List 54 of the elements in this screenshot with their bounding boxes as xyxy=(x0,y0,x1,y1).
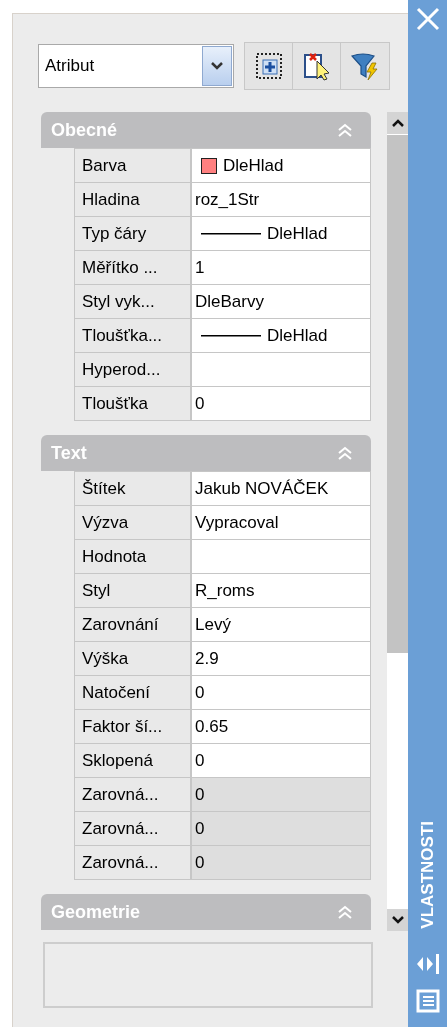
property-value[interactable]: Vypracoval xyxy=(192,506,371,539)
property-value[interactable]: 1 xyxy=(192,251,371,284)
line-sample-icon xyxy=(201,232,261,235)
value-text: DleHlad xyxy=(267,222,328,245)
property-value[interactable]: Jakub NOVÁČEK xyxy=(192,472,371,505)
property-value[interactable]: 0.65 xyxy=(192,710,371,743)
scrollbar[interactable] xyxy=(387,112,408,931)
value-text: 0.65 xyxy=(195,715,229,738)
value-text: Jakub NOVÁČEK xyxy=(195,477,329,500)
scroll-up-icon[interactable] xyxy=(387,112,408,134)
section-title: Geometrie xyxy=(51,900,141,924)
properties-menu-icon[interactable] xyxy=(415,989,440,1013)
section-title: Text xyxy=(51,441,87,465)
funnel-lightning-icon xyxy=(350,51,380,81)
value-text: Vypracoval xyxy=(195,511,279,534)
pick-objects-icon xyxy=(301,51,332,81)
collapse-icon[interactable] xyxy=(337,445,353,461)
property-value[interactable]: 0 xyxy=(192,387,371,420)
scroll-thumb[interactable] xyxy=(387,135,408,653)
selector-value: Atribut xyxy=(44,55,96,78)
line-sample-icon xyxy=(201,334,261,337)
value-text: 0 xyxy=(195,783,205,806)
value-text: DleHlad xyxy=(267,324,328,347)
value-text: R_roms xyxy=(195,579,255,602)
property-value[interactable]: DleHlad xyxy=(192,149,371,182)
property-value[interactable]: 0 xyxy=(192,744,371,777)
scroll-down-icon[interactable] xyxy=(387,909,408,931)
value-text: DleHlad xyxy=(223,154,284,177)
property-value[interactable]: Levý xyxy=(192,608,371,641)
property-value[interactable]: roz_1Str xyxy=(192,183,371,216)
value-text: roz_1Str xyxy=(195,188,260,211)
auto-hide-icon[interactable] xyxy=(414,953,441,975)
property-value[interactable]: DleHlad xyxy=(192,217,371,250)
property-value[interactable]: R_roms xyxy=(192,574,371,607)
collapse-icon[interactable] xyxy=(337,122,353,138)
value-text: 0 xyxy=(195,681,205,704)
value-text: Levý xyxy=(195,613,231,636)
collapse-icon[interactable] xyxy=(337,904,353,920)
selector-dropdown[interactable]: Atribut xyxy=(38,44,234,88)
value-text: 1 xyxy=(195,256,205,279)
selection-add-icon xyxy=(253,51,284,81)
close-icon[interactable] xyxy=(414,6,441,32)
property-value[interactable]: DleBarvy xyxy=(192,285,371,318)
value-text: 0 xyxy=(195,851,205,874)
value-text: 0 xyxy=(195,749,205,772)
property-value[interactable]: 2.9 xyxy=(192,642,371,675)
value-text: 0 xyxy=(195,392,205,415)
palette-title: VLASTNOSTI xyxy=(419,821,436,929)
value-text: 2.9 xyxy=(195,647,219,670)
property-value[interactable]: DleHlad xyxy=(192,319,371,352)
property-value[interactable]: 0 xyxy=(192,676,371,709)
value-text: 0 xyxy=(195,817,205,840)
section-title: Obecné xyxy=(51,118,118,142)
value-text: DleBarvy xyxy=(195,290,264,313)
